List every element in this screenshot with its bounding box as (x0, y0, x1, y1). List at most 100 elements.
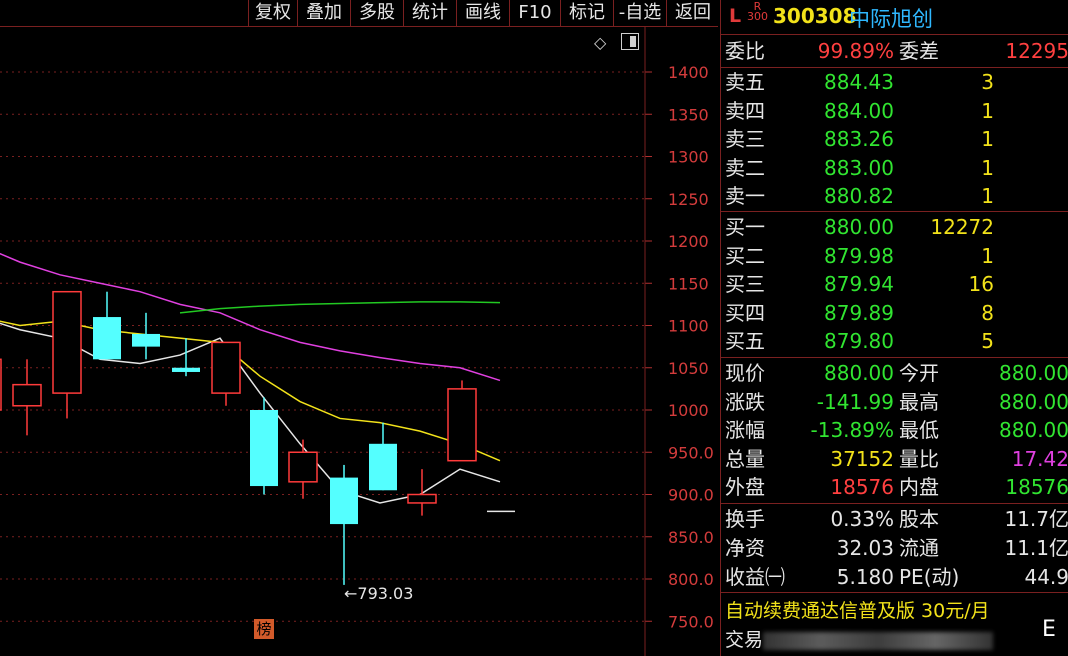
fundamental-row: 收益㈠ 5.180 PE(动) 44.9 (721, 563, 1068, 591)
ad-banner-2[interactable]: 交易 (725, 625, 994, 652)
asks-row[interactable]: 卖二 883.00 1 (721, 154, 1068, 182)
quote-value: 880.00 (999, 418, 1068, 442)
weibi-row: 委比 99.89% 委差 12295 (721, 37, 1068, 65)
panel-toggle-icon[interactable] (621, 33, 639, 50)
asks-row[interactable]: 卖四 884.00 1 (721, 97, 1068, 125)
draw-line-button[interactable]: 画线 (456, 0, 509, 26)
asks-label: 卖五 (725, 70, 765, 94)
watchlist-remove-button[interactable]: -自选 (613, 0, 666, 26)
bids-volume: 12272 (930, 215, 994, 239)
fund-value: 32.03 (836, 536, 894, 560)
bids-price: 879.80 (824, 329, 894, 353)
fund-value: 0.33% (830, 507, 894, 531)
candle-body (0, 358, 2, 411)
margin-badge: R 300 (747, 0, 768, 23)
candle-body (132, 333, 160, 347)
bids-price: 879.98 (824, 243, 894, 268)
fund-label: 股本 (899, 507, 939, 531)
bids-row[interactable]: 买四 879.89 8 (721, 299, 1068, 327)
bids-label: 买一 (725, 215, 765, 239)
f10-button[interactable]: F10 (509, 0, 560, 26)
asks-volume: 1 (981, 155, 994, 180)
stock-name[interactable]: 中际旭创 (849, 3, 933, 33)
fuquan-button[interactable]: 复权 (248, 0, 297, 26)
asks-price: 880.82 (824, 184, 894, 208)
bids-label: 买二 (725, 243, 765, 268)
price-axis: 1400 1350 1300 1250 1200 1150 1100 1050 1000 950.… (644, 27, 714, 656)
quote-label: 最高 (899, 389, 939, 414)
diamond-icon[interactable]: ◇ (594, 33, 606, 52)
quote-row: 外盘 18576 内盘 18576 (721, 473, 1068, 501)
quote-value: 37152 (830, 446, 894, 471)
asks-price: 883.00 (824, 155, 894, 180)
fundamental-row: 净资 32.03 流通 11.1亿 (721, 534, 1068, 562)
low-price-marker: ←793.03 (344, 584, 413, 603)
mark-button[interactable]: 标记 (560, 0, 613, 26)
overlay-button[interactable]: 叠加 (297, 0, 350, 26)
quote-value: -141.99 (816, 389, 894, 414)
bids-row[interactable]: 买五 879.80 5 (721, 327, 1068, 355)
bids-row[interactable]: 买一 880.00 12272 (721, 213, 1068, 241)
quote-value: -13.89% (810, 418, 894, 442)
asks-volume: 1 (981, 98, 994, 123)
asks-row[interactable]: 卖一 880.82 1 (721, 182, 1068, 210)
candle-body (12, 383, 42, 407)
y-tick-label: 1350 (668, 105, 709, 124)
divider (721, 592, 1068, 593)
bids-volume: 16 (968, 272, 994, 296)
bids-row[interactable]: 买三 879.94 16 (721, 270, 1068, 298)
asks-label: 卖一 (725, 184, 765, 208)
toolbar: 复权 叠加 多股 统计 画线 F10 标记 -自选 返回 (0, 0, 718, 27)
stock-header: L R 300 300308 中际旭创 (721, 0, 1068, 35)
bids-label: 买四 (725, 300, 765, 325)
fund-value: 11.7亿 (1004, 507, 1068, 531)
back-button[interactable]: 返回 (666, 0, 719, 26)
candle-body (172, 367, 200, 372)
quote-row: 涨幅 -13.89% 最低 880.00 (721, 416, 1068, 444)
asks-price: 884.43 (824, 70, 894, 94)
fund-label: PE(动) (899, 565, 960, 589)
candle-body (369, 443, 397, 491)
fund-label: 净资 (725, 536, 765, 560)
quote-panel: L R 300 300308 中际旭创 委比 99.89% 委差 12295 卖五… (720, 0, 1068, 656)
quote-label: 总量 (725, 446, 765, 471)
ranking-badge[interactable]: 榜 (254, 619, 274, 639)
ma-line (179, 301, 501, 314)
candle-body (330, 477, 358, 525)
y-tick-label: 1100 (668, 317, 709, 336)
fund-label: 收益㈠ (725, 565, 785, 589)
y-tick-label: 1050 (668, 359, 709, 378)
divider (721, 503, 1068, 504)
divider (721, 211, 1068, 212)
asks-price: 884.00 (824, 98, 894, 123)
quote-label: 现价 (725, 361, 765, 385)
asks-label: 卖二 (725, 155, 765, 180)
bids-price: 879.94 (824, 272, 894, 296)
candle-body (52, 290, 82, 394)
asks-row[interactable]: 卖三 883.26 1 (721, 125, 1068, 153)
y-tick-label: 800.0 (668, 570, 714, 589)
asks-price: 883.26 (824, 127, 894, 151)
candle-body (288, 451, 318, 483)
weicha-label: 委差 (899, 39, 939, 63)
quote-value: 880.00 (999, 389, 1068, 414)
multi-stock-button[interactable]: 多股 (350, 0, 403, 26)
asks-volume: 3 (981, 70, 994, 94)
e-icon[interactable]: E (1036, 616, 1062, 644)
y-tick-label: 950.0 (668, 443, 714, 462)
bids-price: 879.89 (824, 300, 894, 325)
asks-row[interactable]: 卖五 884.43 3 (721, 68, 1068, 96)
fund-value: 44.9 (1024, 565, 1068, 589)
candle-body (447, 388, 477, 462)
asks-label: 卖三 (725, 127, 765, 151)
y-tick-label: 850.0 (668, 528, 714, 547)
ad-banner[interactable]: 自动续费通达信普及版 30元/月 (725, 596, 990, 623)
y-tick-label: 1200 (668, 232, 709, 251)
bids-row[interactable]: 买二 879.98 1 (721, 242, 1068, 270)
bids-price: 880.00 (824, 215, 894, 239)
asks-label: 卖四 (725, 98, 765, 123)
kline-chart[interactable]: 1400 1350 1300 1250 1200 1150 1100 1050 1000 950.… (0, 27, 720, 656)
statistics-button[interactable]: 统计 (403, 0, 456, 26)
quote-value: 880.00 (824, 361, 894, 385)
quote-label: 内盘 (899, 475, 939, 499)
